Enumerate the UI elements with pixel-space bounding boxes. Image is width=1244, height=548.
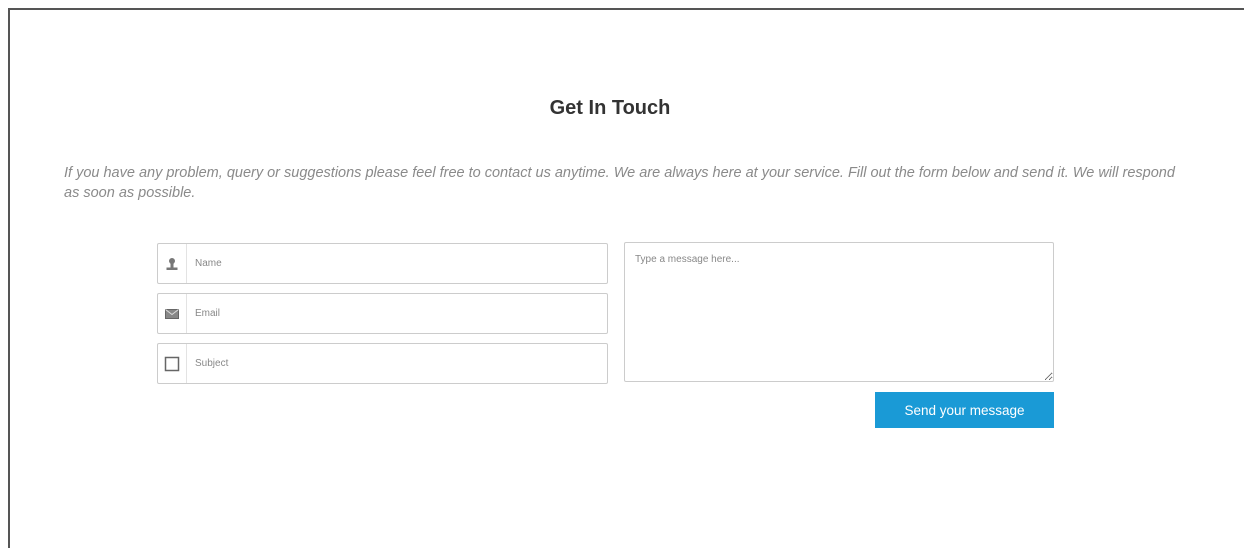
send-message-button[interactable]: Send your message [875,392,1054,428]
subject-input[interactable] [187,344,607,383]
square-icon [158,344,187,383]
name-field[interactable] [157,243,608,284]
subject-field[interactable] [157,343,608,384]
name-input[interactable] [187,244,607,283]
intro-text: If you have any problem, query or sugges… [64,165,1175,201]
email-field[interactable] [157,293,608,334]
envelope-icon [158,294,187,333]
page-title: Get In Touch [549,97,671,119]
message-textarea[interactable] [624,242,1054,382]
user-icon [158,244,187,283]
email-input[interactable] [187,294,607,333]
